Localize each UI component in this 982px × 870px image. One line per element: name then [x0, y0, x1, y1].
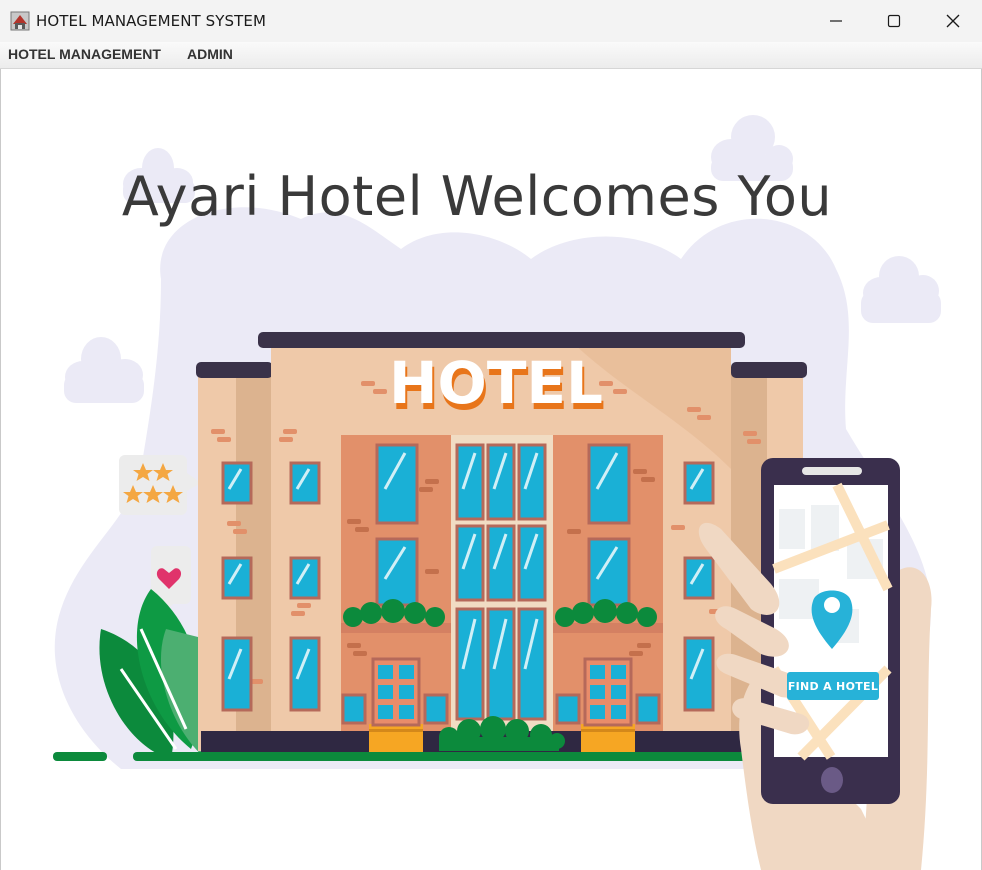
find-hotel-button[interactable]: FIND A HOTEL: [787, 672, 879, 700]
cloud-icon: [64, 337, 144, 403]
hotel-sign: HOTEL: [389, 349, 603, 417]
page-title: Ayari Hotel Welcomes You: [121, 165, 833, 228]
maximize-icon: [887, 14, 901, 28]
minimize-button[interactable]: [807, 0, 865, 42]
app-window: HOTEL MANAGEMENT SYSTEM HOTEL MANAGEMENT…: [0, 0, 982, 870]
close-icon: [946, 14, 960, 28]
menu-bar: HOTEL MANAGEMENT ADMIN: [0, 42, 982, 69]
minimize-icon: [830, 20, 842, 22]
cloud-icon: [861, 256, 941, 323]
window-title: HOTEL MANAGEMENT SYSTEM: [36, 12, 267, 30]
menu-hotel-management[interactable]: HOTEL MANAGEMENT: [8, 46, 161, 62]
main-content: HOTEL HOTEL FIND A HOTEL Ayari Hotel Wel…: [0, 69, 982, 870]
title-bar[interactable]: HOTEL MANAGEMENT SYSTEM: [0, 0, 982, 42]
menu-admin[interactable]: ADMIN: [187, 46, 233, 62]
maximize-button[interactable]: [865, 0, 923, 42]
close-button[interactable]: [924, 0, 982, 42]
app-icon: [10, 11, 30, 31]
find-hotel-label: FIND A HOTEL: [787, 679, 879, 693]
